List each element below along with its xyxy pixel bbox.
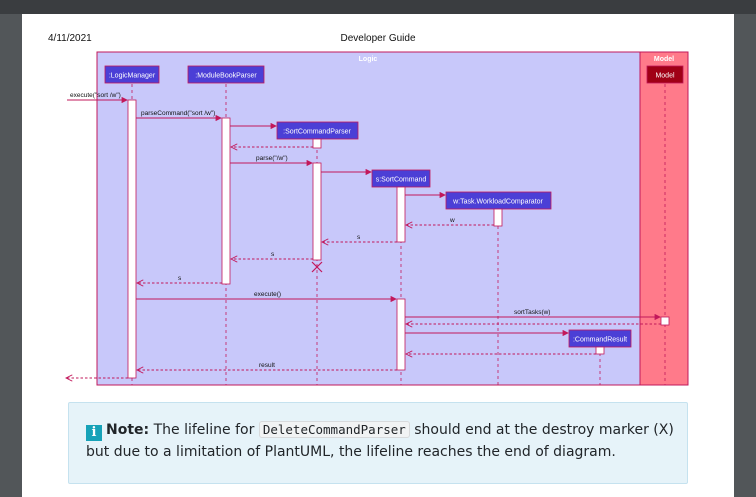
label-result: result [259, 362, 275, 369]
participant-module-book-parser-label: :ModuleBookParser [195, 73, 257, 80]
note-text: i Note: The lifeline for DeleteCommandPar… [86, 419, 676, 463]
participant-sort-command-parser-label: :SortCommandParser [283, 129, 351, 136]
sequence-diagram: Logic Model :LogicManager :ModuleBookPar… [22, 51, 689, 386]
label-sort-tasks: sortTasks(w) [514, 309, 550, 316]
logic-frame [96, 51, 641, 386]
participant-model-label: Model [655, 73, 675, 80]
info-icon: i [86, 425, 102, 441]
note-label: Note: [106, 422, 150, 438]
label-execute-in: execute("sort /w") [70, 92, 121, 99]
logic-frame-label: Logic [359, 56, 378, 63]
label-parse-command: parseCommand("sort /w") [141, 110, 215, 117]
activation-workload-comparator [493, 208, 503, 227]
note-text-before: The lifeline for [149, 422, 259, 438]
participant-command-result-label: :CommandResult [573, 337, 627, 344]
participant-sort-command-label: s:SortCommand [376, 177, 427, 184]
participant-logic-manager-label: :LogicManager [109, 73, 156, 80]
activation-sort-command-parser-1 [312, 138, 322, 149]
label-w: w [449, 217, 455, 224]
viewer-top-bar [0, 0, 756, 14]
activation-logic-manager [127, 99, 137, 379]
label-execute: execute() [254, 291, 281, 298]
activation-sort-command-1 [396, 186, 406, 243]
label-parse: parse("/w") [256, 155, 288, 162]
activation-command-result [595, 346, 605, 355]
model-frame [639, 51, 689, 386]
note-admonition: i Note: The lifeline for DeleteCommandPar… [68, 402, 688, 484]
note-code: DeleteCommandParser [258, 421, 410, 438]
activation-module-book-parser [221, 117, 231, 285]
activation-sort-command-2 [396, 298, 406, 371]
model-frame-label: Model [654, 56, 674, 63]
participant-workload-comparator-label: w:Task.WorkloadComparator [452, 199, 543, 206]
activation-sort-command-parser-2 [312, 162, 322, 261]
document-page: 4/11/2021 Developer Guide Logic Model:L… [22, 14, 734, 497]
activation-model [660, 316, 670, 326]
